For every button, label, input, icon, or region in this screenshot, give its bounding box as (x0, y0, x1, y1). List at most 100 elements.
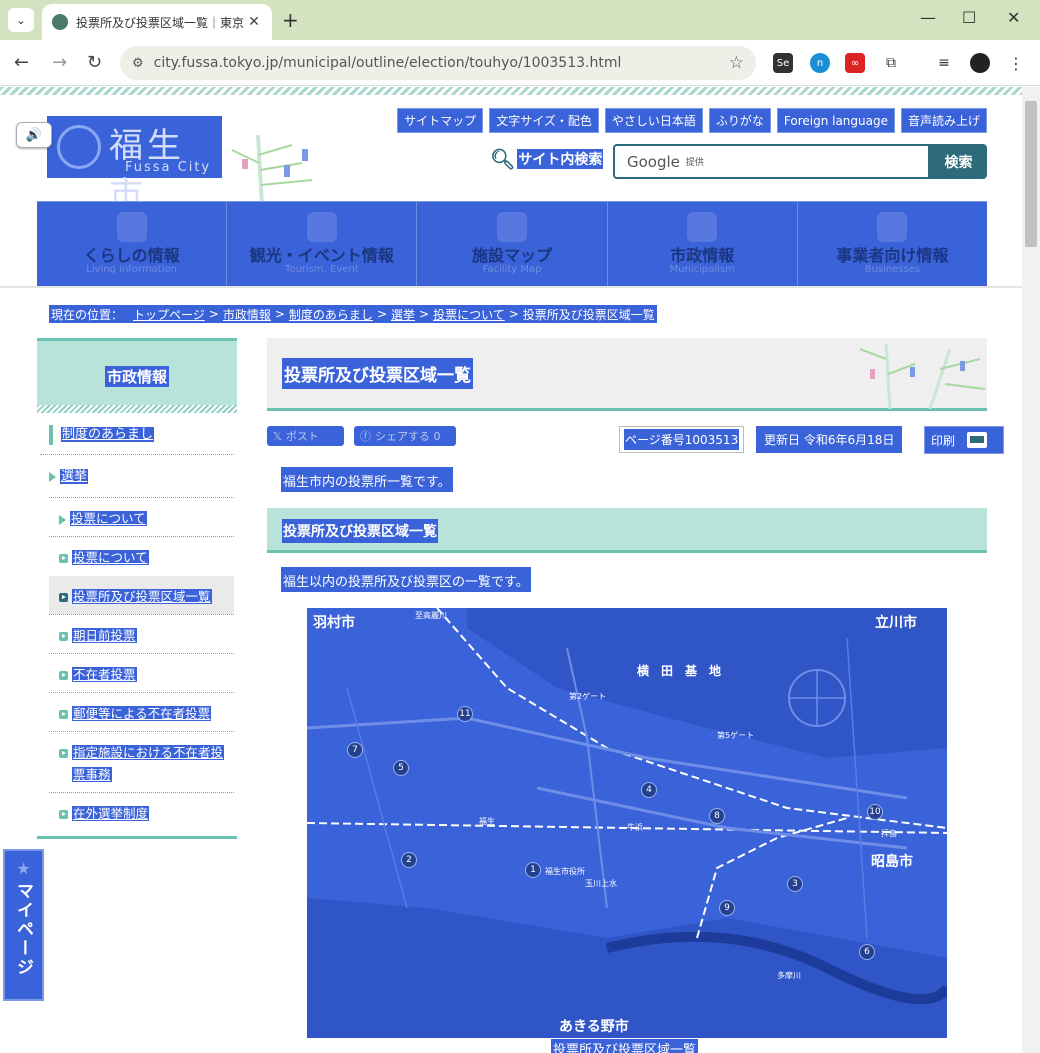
extension-blue-icon[interactable]: n (810, 53, 830, 73)
tab-search-button[interactable]: ⌄ (8, 8, 34, 32)
triangle-bullet-icon (49, 471, 56, 482)
speaker-icon: 🔊 (25, 127, 43, 143)
new-tab-icon[interactable]: + (282, 8, 299, 32)
gavel-icon (877, 212, 908, 242)
more-menu-icon[interactable]: ⋮ (1006, 53, 1026, 73)
media-control-icon[interactable]: ≡ (934, 53, 954, 73)
square-bullet-icon (59, 554, 68, 563)
breadcrumb-prefix: 現在の位置： (51, 307, 124, 322)
map-label-koma: 至高麗川 (415, 611, 447, 620)
sidebar-item-election[interactable]: 選挙 (49, 465, 89, 484)
util-link-sitemap[interactable]: サイトマップ (397, 108, 484, 133)
gnav-tourism[interactable]: 観光・イベント情報 Tourism, Event (227, 202, 418, 287)
extensions-puzzle-icon[interactable]: ⧉ (881, 53, 901, 73)
map-label-haijima: 拝島 (881, 829, 897, 838)
x-post-button[interactable]: 𝕏 ポスト (267, 426, 344, 446)
address-bar[interactable]: ⚙ city.fussa.tokyo.jp/municipal/outline/… (120, 46, 756, 80)
tab-title: 投票所及び投票区域一覧｜東京 (76, 15, 245, 30)
breadcrumb-election[interactable]: 選挙 (391, 306, 415, 323)
site-favicon-icon (52, 14, 68, 30)
printer-icon (967, 432, 988, 448)
map-pin-2: 2 (401, 852, 417, 868)
header-stripe (0, 87, 1022, 95)
site-logo[interactable]: 福生市 Fussa City (47, 116, 222, 215)
reload-icon[interactable]: ↻ (87, 52, 102, 73)
site-search-label: 🔍︎ サイト内検索 (490, 147, 604, 171)
search-button[interactable]: 検索 (930, 144, 987, 179)
scrollbar-thumb[interactable] (1025, 101, 1037, 247)
map-label-tachikawa: 立川市 (875, 615, 917, 631)
intro-text: 福生市内の投票所一覧です。 (281, 467, 453, 492)
sidebar-heading: 市政情報 (37, 338, 237, 413)
map-label-fussa-station: 福生 (479, 817, 495, 826)
read-aloud-button[interactable]: 🔊 (16, 122, 52, 148)
window-close-icon[interactable]: ✕ (1007, 8, 1020, 27)
map-pin-5: 5 (393, 760, 409, 776)
sidebar-item-overseas[interactable]: 在外選挙制度 (59, 803, 150, 822)
util-link-easy-japanese[interactable]: やさしい日本語 (604, 108, 703, 133)
search-input[interactable]: Google 提供 (613, 144, 930, 179)
selenium-extension-icon[interactable]: Se (773, 53, 793, 73)
page-title: 投票所及び投票区域一覧 (282, 358, 473, 389)
updated-date: 更新日 令和6年6月18日 (756, 426, 903, 453)
page-scrollbar[interactable] (1022, 87, 1040, 1053)
map-pin-7: 7 (347, 742, 363, 758)
extension-red-icon[interactable]: ∞ (845, 53, 865, 73)
sidebar-item-system[interactable]: 制度のあらまし (49, 423, 155, 445)
map-label-ushihama: 牛浜 (627, 823, 643, 832)
star-icon: ★ (16, 859, 31, 878)
util-link-furigana[interactable]: ふりがな (708, 108, 771, 133)
square-bullet-icon (59, 671, 68, 680)
gnav-living[interactable]: くらしの情報 Living information (37, 202, 228, 287)
bookmark-star-icon[interactable]: ☆ (729, 53, 744, 73)
browser-tab[interactable]: 投票所及び投票区域一覧｜東京 ✕ (42, 4, 272, 40)
browser-tabstrip: ⌄ 投票所及び投票区域一覧｜東京 ✕ + — ☐ ✕ (0, 0, 1040, 40)
map-pin-1: 1 (525, 862, 541, 878)
util-link-foreign-language[interactable]: Foreign language (776, 108, 895, 133)
util-link-text-size[interactable]: 文字サイズ・配色 (489, 108, 599, 133)
x-icon: 𝕏 (273, 429, 282, 443)
sidebar-item-voting[interactable]: 投票について (59, 508, 147, 527)
map-pin-8: 8 (709, 808, 725, 824)
breadcrumb-voting[interactable]: 投票について (433, 306, 505, 323)
square-bullet-icon (59, 593, 68, 602)
forward-icon[interactable]: → (52, 52, 67, 73)
sidebar-item-postal-absentee[interactable]: 郵便等による不在者投票 (59, 703, 212, 722)
facebook-share-button[interactable]: ⓕ シェアする 0 (354, 426, 456, 446)
map-caption: 投票所及び投票区域一覧 (551, 1039, 699, 1053)
profile-avatar[interactable] (970, 53, 990, 73)
gnav-municipal[interactable]: 市政情報 Municipalism (608, 202, 798, 287)
back-icon[interactable]: ← (14, 52, 29, 73)
sidebar-item-absentee[interactable]: 不在者投票 (59, 664, 137, 683)
polling-map-image: 羽村市 立川市 昭島市 あきる野市 横 田 基 地 至高麗川 第2ゲート 第5ゲ… (307, 608, 947, 1038)
close-icon[interactable]: ✕ (246, 14, 262, 30)
minimize-icon[interactable]: — (920, 8, 936, 27)
mypage-button[interactable]: ★ マイページ (3, 849, 44, 1001)
breadcrumb-top[interactable]: トップページ (133, 306, 205, 323)
map-pin-10: 10 (867, 804, 883, 820)
chevron-down-icon: ⌄ (16, 13, 26, 27)
city-emblem-icon (57, 125, 101, 169)
sidebar-item-designated-facility[interactable]: 指定施設における不在者投 票事務 (59, 742, 229, 786)
util-link-read-aloud[interactable]: 音声読み上げ (900, 108, 987, 133)
facebook-icon: ⓕ (360, 430, 371, 443)
print-button[interactable]: 印刷 (924, 426, 1004, 454)
gnav-business[interactable]: 事業者向け情報 Businesses (798, 202, 987, 287)
site-info-icon[interactable]: ⚙ (132, 56, 144, 71)
sidebar-item-early-voting[interactable]: 期日前投票 (59, 625, 137, 644)
square-bullet-icon (59, 810, 68, 819)
map-label-yokota: 横 田 基 地 (637, 664, 722, 678)
map-label-gate2: 第2ゲート (569, 692, 607, 701)
breadcrumb-system[interactable]: 制度のあらまし (289, 306, 373, 323)
map-pin-9: 9 (719, 900, 735, 916)
map-label-gate5: 第5ゲート (717, 731, 755, 740)
maximize-icon[interactable]: ☐ (962, 8, 976, 27)
sidebar-bottom-line (37, 836, 237, 839)
sidebar-item-voting-2[interactable]: 投票について (59, 547, 149, 566)
sidebar-item-polling-places[interactable]: 投票所及び投票区域一覧 (59, 586, 212, 605)
map-pin-3: 3 (787, 876, 803, 892)
google-brand: Google (627, 152, 680, 171)
breadcrumb-municipal[interactable]: 市政情報 (223, 306, 271, 323)
gnav-facility-map[interactable]: 施設マップ Facility Map (417, 202, 608, 287)
map-label-city-office: 福生市役所 (545, 867, 585, 876)
